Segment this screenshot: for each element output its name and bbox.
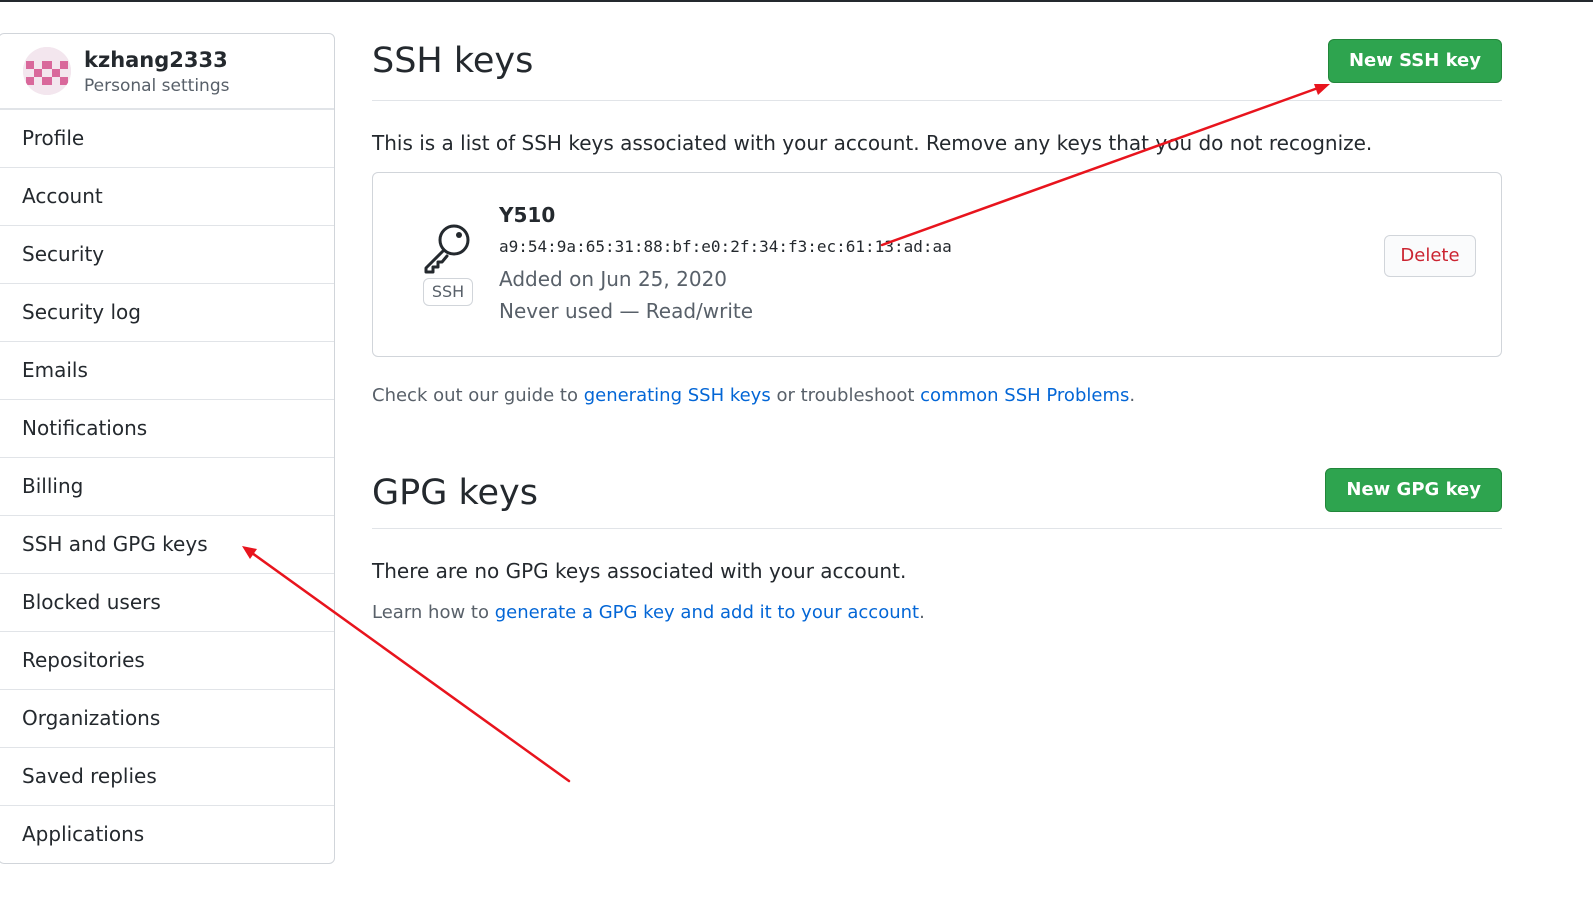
- sidebar-item-account[interactable]: Account: [0, 167, 334, 225]
- sidebar-item-ssh-gpg-keys[interactable]: SSH and GPG keys: [0, 515, 334, 573]
- guide-suffix: .: [1129, 385, 1136, 406]
- common-ssh-problems-link[interactable]: common SSH Problems: [920, 385, 1129, 406]
- gpg-learn-text: Learn how to generate a GPG key and add …: [372, 602, 1502, 623]
- ssh-guide-text: Check out our guide to generating SSH ke…: [372, 385, 1502, 406]
- sidebar-item-applications[interactable]: Applications: [0, 805, 334, 863]
- ssh-keys-section: SSH keys New SSH key This is a list of S…: [372, 33, 1502, 406]
- sidebar-subtitle: Personal settings: [84, 76, 230, 96]
- sidebar-item-security-log[interactable]: Security log: [0, 283, 334, 341]
- settings-sidebar: kzhang2333 Personal settings Profile Acc…: [0, 33, 335, 864]
- ssh-key-fingerprint: a9:54:9a:65:31:88:bf:e0:2f:34:f3:ec:61:1…: [499, 237, 952, 256]
- generate-gpg-key-link[interactable]: generate a GPG key and add it to your ac…: [495, 602, 919, 623]
- key-icon: [421, 221, 475, 279]
- guide-middle: or troubleshoot: [770, 385, 921, 406]
- sidebar-item-security[interactable]: Security: [0, 225, 334, 283]
- generating-ssh-keys-link[interactable]: generating SSH keys: [584, 385, 771, 406]
- gpg-keys-title: GPG keys: [372, 473, 538, 513]
- sidebar-item-saved-replies[interactable]: Saved replies: [0, 747, 334, 805]
- sidebar-item-repositories[interactable]: Repositories: [0, 631, 334, 689]
- main-content: SSH keys New SSH key This is a list of S…: [372, 33, 1502, 623]
- learn-prefix: Learn how to: [372, 602, 495, 623]
- sidebar-item-billing[interactable]: Billing: [0, 457, 334, 515]
- ssh-keys-title: SSH keys: [372, 41, 534, 81]
- gpg-keys-header: GPG keys New GPG key: [372, 465, 1502, 529]
- new-ssh-key-button[interactable]: New SSH key: [1327, 39, 1502, 83]
- sidebar-header: kzhang2333 Personal settings: [0, 34, 334, 109]
- gpg-keys-section: GPG keys New GPG key There are no GPG ke…: [372, 465, 1502, 623]
- ssh-key-title: Y510: [499, 203, 556, 227]
- sidebar-item-blocked-users[interactable]: Blocked users: [0, 573, 334, 631]
- delete-ssh-key-button[interactable]: Delete: [1384, 235, 1476, 277]
- sidebar-item-notifications[interactable]: Notifications: [0, 399, 334, 457]
- learn-suffix: .: [919, 602, 925, 623]
- sidebar-item-profile[interactable]: Profile: [0, 109, 334, 167]
- gpg-empty-text: There are no GPG keys associated with yo…: [372, 559, 907, 583]
- sidebar-username[interactable]: kzhang2333: [84, 48, 228, 72]
- ssh-key-usage: Never used — Read/write: [499, 299, 754, 323]
- guide-prefix: Check out our guide to: [372, 385, 584, 406]
- ssh-keys-header: SSH keys New SSH key: [372, 33, 1502, 101]
- ssh-key-item: SSH Y510 a9:54:9a:65:31:88:bf:e0:2f:34:f…: [372, 172, 1502, 357]
- avatar[interactable]: [23, 47, 71, 95]
- ssh-type-badge: SSH: [423, 278, 473, 306]
- new-gpg-key-button[interactable]: New GPG key: [1325, 468, 1502, 512]
- ssh-key-added-date: Added on Jun 25, 2020: [499, 267, 728, 291]
- sidebar-item-organizations[interactable]: Organizations: [0, 689, 334, 747]
- ssh-keys-intro: This is a list of SSH keys associated wi…: [372, 131, 1373, 155]
- sidebar-item-emails[interactable]: Emails: [0, 341, 334, 399]
- top-border: [0, 0, 1593, 2]
